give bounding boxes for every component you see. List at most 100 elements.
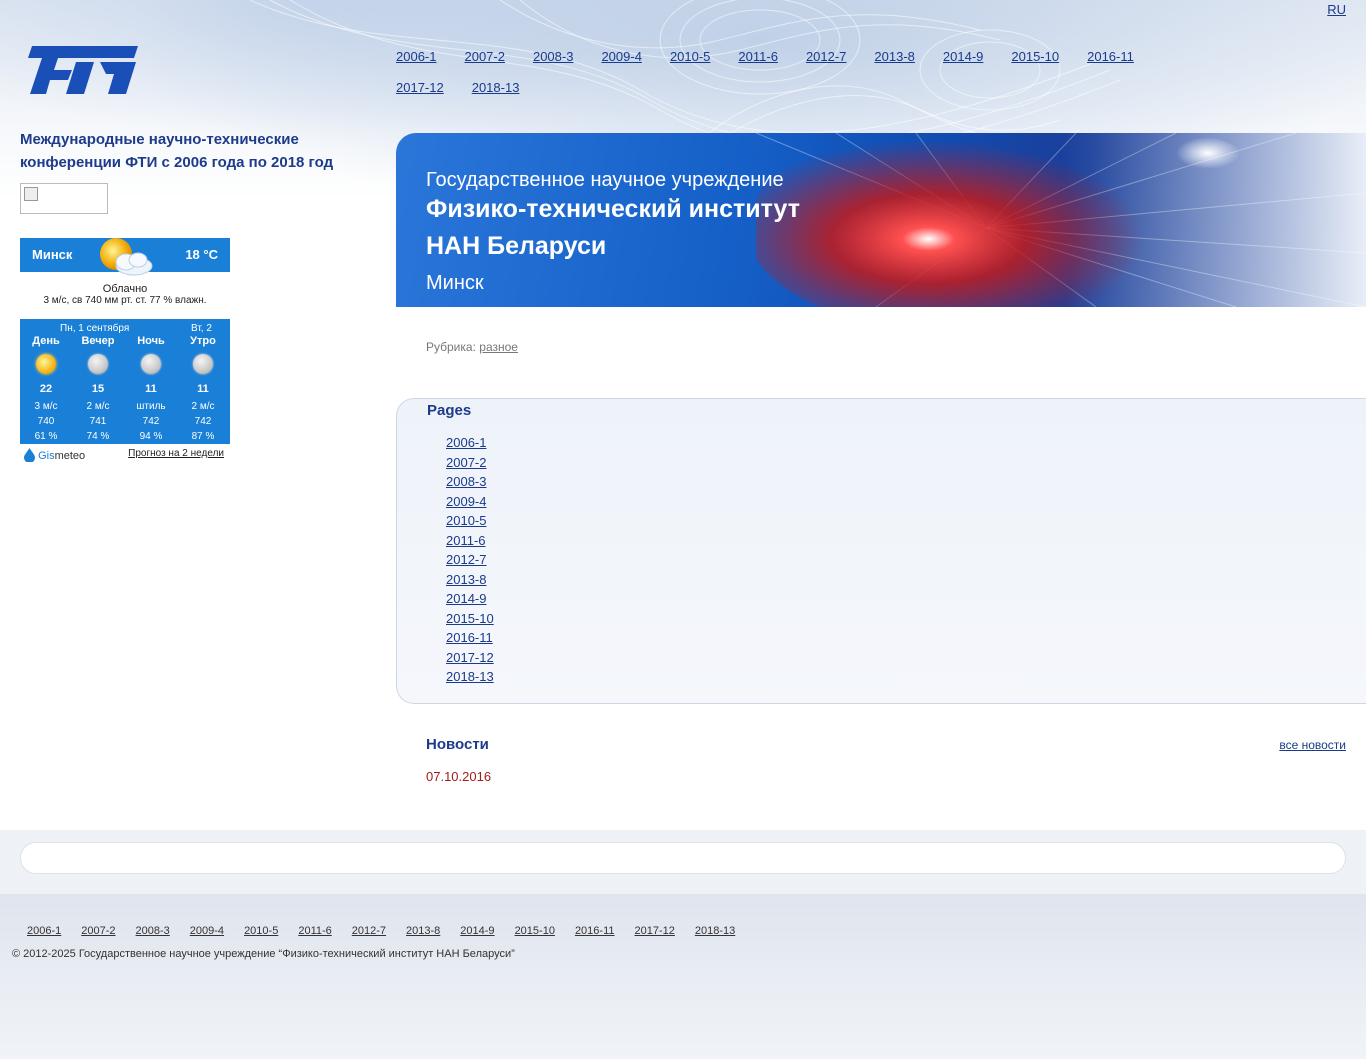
page-link-2014-9[interactable]: 2014-9	[446, 591, 486, 606]
list-item: 2016-11	[446, 628, 494, 648]
gismeteo-link[interactable]: Gismeteo	[24, 448, 85, 463]
gismeteo-brand-gis: Gis	[38, 450, 55, 462]
nav-link-2012-7[interactable]: 2012-7	[806, 49, 846, 65]
list-item: 2009-4	[446, 492, 494, 512]
nav-link-2015-10[interactable]: 2015-10	[1011, 49, 1059, 65]
forecast-humidity: 94 %	[139, 431, 163, 442]
banner-line-1: Государственное научное учреждение	[426, 169, 784, 191]
footer-link-2015-10[interactable]: 2015-10	[515, 925, 555, 937]
weather-widget: Минск 18 °C Облачно 3 м/с, св 740 мм рт.…	[20, 238, 230, 464]
page-link-2012-7[interactable]: 2012-7	[446, 552, 486, 567]
list-item: 2006-1	[446, 433, 494, 453]
forecast-period-label: Ночь	[137, 335, 165, 347]
sidebar-title: Международные научно-технические конфере…	[20, 131, 334, 171]
forecast-temp: 15	[91, 383, 105, 395]
pages-list: 2006-1 2007-2 2008-3 2009-4 2010-5 2011-…	[446, 433, 494, 687]
nav-link-2017-12[interactable]: 2017-12	[396, 80, 444, 96]
copyright: © 2012-2025 Государственное научное учре…	[12, 948, 515, 960]
footer-link-2006-1[interactable]: 2006-1	[27, 925, 61, 937]
forecast-period-label: Утро	[190, 335, 216, 347]
nav-link-2016-11[interactable]: 2016-11	[1087, 49, 1134, 65]
forecast-period-label: Вечер	[81, 335, 115, 347]
page-link-2008-3[interactable]: 2008-3	[446, 474, 486, 489]
nav-link-2009-4[interactable]: 2009-4	[601, 49, 641, 65]
forecast-pressure: 741	[89, 416, 107, 427]
banner-line-2: Физико-технический институт	[426, 195, 800, 223]
institute-banner: Государственное научное учреждение Физик…	[396, 133, 1366, 307]
footer-link-2008-3[interactable]: 2008-3	[136, 925, 170, 937]
pages-panel: Pages 2006-1 2007-2 2008-3 2009-4 2010-5…	[396, 398, 1366, 704]
page-link-2018-13[interactable]: 2018-13	[446, 669, 494, 684]
forecast-wind: 3 м/с	[34, 401, 58, 412]
footer-link-2018-13[interactable]: 2018-13	[695, 925, 735, 937]
nav-link-2007-2[interactable]: 2007-2	[464, 49, 504, 65]
pages-title: Pages	[427, 402, 472, 419]
list-item: 2011-6	[446, 531, 494, 551]
footer-link-2016-11[interactable]: 2016-11	[575, 925, 615, 937]
sun-icon	[36, 354, 56, 374]
forecast-wind: 2 м/с	[191, 401, 215, 412]
page-link-2009-4[interactable]: 2009-4	[446, 494, 486, 509]
page-link-2011-6[interactable]: 2011-6	[446, 533, 486, 548]
weather-details: 3 м/с, св 740 мм рт. ст. 77 % влажн.	[43, 295, 207, 306]
footer-link-2013-8[interactable]: 2013-8	[406, 925, 440, 937]
search-bar[interactable]	[20, 842, 1346, 874]
partly-cloudy-icon	[100, 238, 153, 276]
forecast-humidity: 74 %	[86, 431, 110, 442]
forecast-humidity: 61 %	[34, 431, 58, 442]
nav-link-2013-8[interactable]: 2013-8	[874, 49, 914, 65]
two-week-forecast-link[interactable]: Прогноз на 2 недели	[128, 448, 224, 459]
list-item: 2012-7	[446, 550, 494, 570]
moon-icon	[88, 354, 108, 374]
footer-link-2014-9[interactable]: 2014-9	[460, 925, 494, 937]
footer: 2006-1 2007-2 2008-3 2009-4 2010-5 2011-6 2012…	[0, 894, 1366, 1059]
weather-forecast-table[interactable]: Пн, 1 сентября Вт, 2 День 22 3 м/с 740 6…	[20, 319, 230, 444]
all-news-link[interactable]: все новости	[1279, 738, 1346, 752]
forecast-date-1: Пн, 1 сентября	[60, 323, 130, 334]
nav-link-2018-13[interactable]: 2018-13	[472, 80, 520, 96]
forecast-humidity: 87 %	[191, 431, 215, 442]
page-link-2015-10[interactable]: 2015-10	[446, 611, 494, 626]
page-link-2017-12[interactable]: 2017-12	[446, 650, 494, 665]
rubric-label: Рубрика:	[426, 340, 476, 354]
forecast-temp: 22	[39, 383, 53, 395]
banner-tunnel-art	[756, 133, 1366, 307]
forecast-temp: 11	[197, 383, 209, 395]
forecast-pressure: 742	[142, 416, 160, 427]
page-link-2007-2[interactable]: 2007-2	[446, 455, 486, 470]
list-item: 2017-12	[446, 648, 494, 668]
footer-link-2009-4[interactable]: 2009-4	[190, 925, 224, 937]
language-switch-link[interactable]: RU	[1327, 2, 1346, 17]
rubric-link[interactable]: разное	[479, 340, 518, 354]
forecast-pressure: 740	[37, 416, 55, 427]
news-title: Новости	[426, 736, 489, 753]
news-date: 07.10.2016	[426, 769, 492, 784]
weather-description: Облачно	[102, 283, 148, 295]
footer-link-2017-12[interactable]: 2017-12	[635, 925, 675, 937]
nav-link-2006-1[interactable]: 2006-1	[396, 49, 436, 65]
footer-link-2010-5[interactable]: 2010-5	[244, 925, 278, 937]
banner-line-4: Минск	[426, 272, 484, 294]
forecast-temp: 11	[145, 383, 157, 395]
nav-link-2010-5[interactable]: 2010-5	[670, 49, 710, 65]
page-link-2010-5[interactable]: 2010-5	[446, 513, 486, 528]
page-link-2016-11[interactable]: 2016-11	[446, 630, 493, 645]
page-link-2013-8[interactable]: 2013-8	[446, 572, 486, 587]
fti-logo[interactable]	[20, 46, 138, 94]
nav-link-2014-9[interactable]: 2014-9	[943, 49, 983, 65]
footer-link-2011-6[interactable]: 2011-6	[298, 925, 331, 937]
weather-header[interactable]: Минск 18 °C	[20, 238, 230, 276]
list-item: 2008-3	[446, 472, 494, 492]
footer-link-2007-2[interactable]: 2007-2	[81, 925, 115, 937]
footer-navigation: 2006-1 2007-2 2008-3 2009-4 2010-5 2011-6 2012…	[27, 921, 755, 939]
forecast-wind: штиль	[136, 401, 166, 412]
footer-link-2012-7[interactable]: 2012-7	[352, 925, 386, 937]
forecast-column: Вечер 15 2 м/с 741 74 %	[72, 335, 124, 444]
broken-image-placeholder	[20, 183, 108, 214]
nav-link-2008-3[interactable]: 2008-3	[533, 49, 573, 65]
forecast-date-2: Вт, 2	[191, 323, 212, 334]
page-link-2006-1[interactable]: 2006-1	[446, 435, 486, 450]
nav-link-2011-6[interactable]: 2011-6	[738, 49, 778, 65]
forecast-column: День 22 3 м/с 740 61 %	[20, 335, 72, 444]
list-item: 2007-2	[446, 453, 494, 473]
